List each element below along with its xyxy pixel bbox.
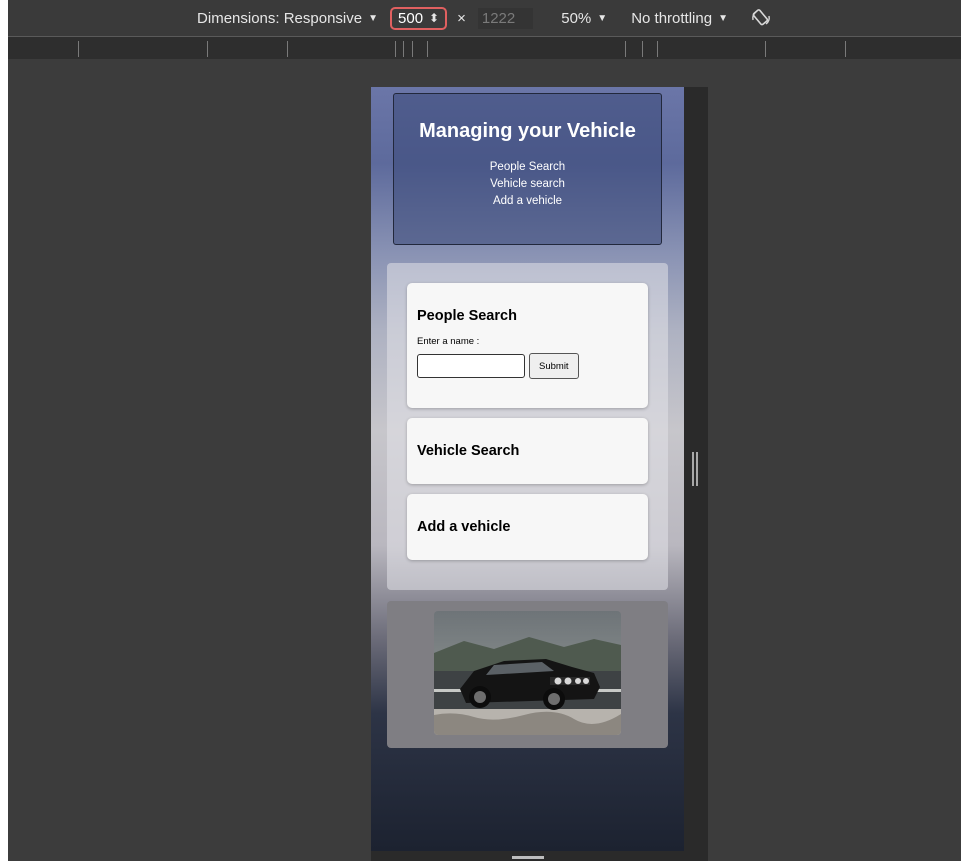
ruler-tick: [403, 41, 404, 57]
zoom-dropdown[interactable]: 50% ▼: [561, 10, 607, 27]
name-input[interactable]: [417, 354, 525, 378]
vehicle-search-heading: Vehicle Search: [417, 443, 520, 459]
nav-link-add-vehicle[interactable]: Add a vehicle: [394, 195, 661, 207]
page-viewport: Managing your Vehicle People Search Vehi…: [371, 87, 684, 851]
ruler-tick: [845, 41, 846, 57]
car-photo: [434, 611, 621, 735]
ruler-tick: [395, 41, 396, 57]
page-title: Managing your Vehicle: [419, 120, 636, 142]
chevron-down-icon: ▼: [718, 12, 728, 24]
people-search-card: People Search Enter a name : Submit: [407, 283, 648, 408]
width-input[interactable]: 500 ⬍: [390, 6, 448, 30]
add-vehicle-heading: Add a vehicle: [417, 519, 511, 535]
ruler-tick: [642, 41, 643, 57]
add-vehicle-card[interactable]: Add a vehicle: [407, 494, 648, 560]
ruler-tick: [427, 41, 428, 57]
device-toolbar: Dimensions: Responsive ▼ 500 ⬍ × 1222 50…: [8, 0, 961, 36]
main-content: People Search Enter a name : Submit Vehi…: [387, 263, 668, 590]
zoom-label: 50%: [561, 9, 592, 27]
chevron-down-icon: ▼: [597, 12, 608, 24]
submit-button[interactable]: Submit: [529, 353, 579, 379]
media-query-ruler[interactable]: [8, 36, 961, 60]
image-panel: [387, 601, 668, 748]
throttling-dropdown[interactable]: No throttling ▼: [631, 10, 728, 27]
height-input[interactable]: 1222: [477, 7, 534, 29]
nav-link-vehicle-search[interactable]: Vehicle search: [394, 178, 661, 190]
resize-handle-right[interactable]: [692, 452, 698, 486]
people-search-form: Submit: [417, 353, 648, 379]
ruler-tick: [78, 41, 79, 57]
page-header: Managing your Vehicle People Search Vehi…: [393, 93, 662, 245]
dimensions-dropdown[interactable]: Dimensions: Responsive ▼: [197, 10, 378, 27]
times-symbol: ×: [457, 9, 466, 27]
nav-link-people-search[interactable]: People Search: [394, 161, 661, 173]
dimensions-label: Dimensions: Responsive: [197, 9, 363, 27]
vehicle-search-card[interactable]: Vehicle Search: [407, 418, 648, 484]
ruler-tick: [207, 41, 208, 57]
rotate-icon[interactable]: [750, 7, 772, 29]
resize-handle-bottom[interactable]: [512, 856, 544, 859]
width-value: 500: [398, 9, 424, 27]
chevron-down-icon: ▼: [368, 12, 379, 24]
spinner-icon[interactable]: ⬍: [429, 11, 439, 25]
ruler-tick: [287, 41, 288, 57]
ruler-tick: [625, 41, 626, 57]
nav-menu: People Search Vehicle search Add a vehic…: [394, 161, 661, 207]
ruler-tick: [412, 41, 413, 57]
throttling-label: No throttling: [631, 9, 713, 27]
ruler-tick: [765, 41, 766, 57]
ruler-tick: [657, 41, 658, 57]
people-search-heading: People Search: [417, 308, 517, 324]
name-field-label: Enter a name :: [417, 336, 480, 347]
